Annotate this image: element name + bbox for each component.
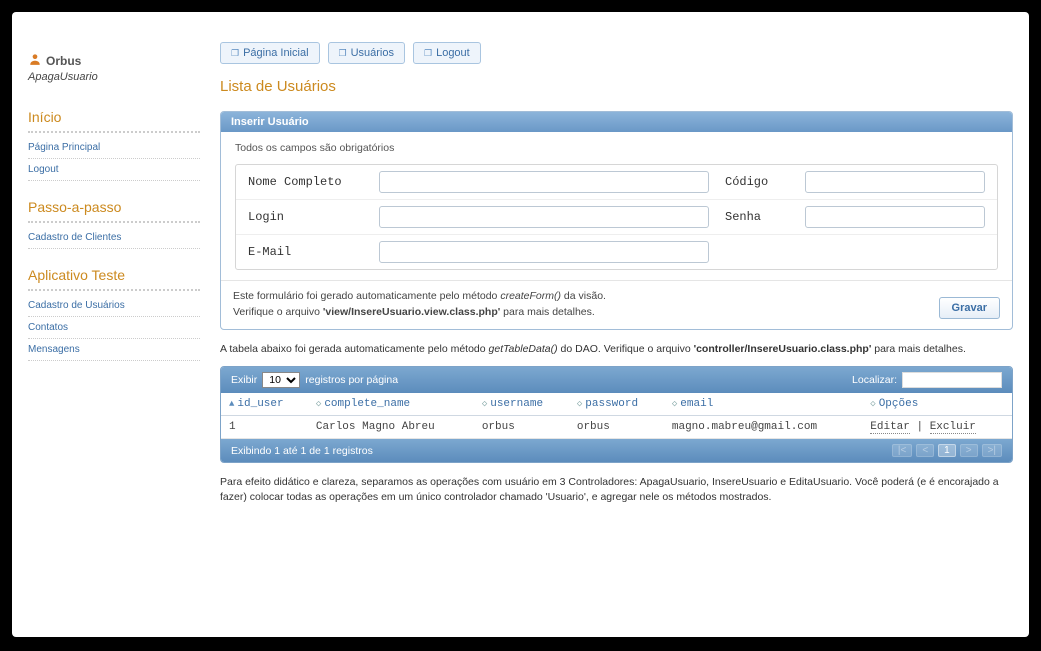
panel-footer-text: Este formulário foi gerado automaticamen… xyxy=(233,289,606,321)
topbar-home-button[interactable]: ❐ Página Inicial xyxy=(220,42,320,64)
main-content: ❐ Página Inicial ❐ Usuários ❐ Logout Lis… xyxy=(220,22,1013,597)
edit-link[interactable]: Editar xyxy=(870,421,910,434)
sort-asc-icon: ▲ xyxy=(229,399,234,409)
nav-link-contatos[interactable]: Contatos xyxy=(28,317,200,339)
cell-id: 1 xyxy=(221,416,308,439)
datatable: Exibir 10 registros por página Localizar… xyxy=(220,366,1013,463)
input-nome-completo[interactable] xyxy=(379,171,709,193)
pager-last[interactable]: >| xyxy=(982,444,1002,457)
input-login[interactable] xyxy=(379,206,709,228)
bottom-paragraph: Para efeito didático e clareza, separamo… xyxy=(220,475,1013,504)
per-page-label: registros por página xyxy=(305,374,398,386)
user-icon xyxy=(28,52,42,69)
nav-link-cadastro-usuarios[interactable]: Cadastro de Usuários xyxy=(28,295,200,317)
cell-username: orbus xyxy=(474,416,569,439)
topbar-label: Logout xyxy=(436,47,470,59)
external-icon: ❐ xyxy=(424,48,432,59)
label-login: Login xyxy=(236,200,371,234)
external-icon: ❐ xyxy=(339,48,347,59)
topbar-label: Página Inicial xyxy=(243,47,308,59)
cell-email: magno.mabreu@gmail.com xyxy=(664,416,862,439)
show-label: Exibir xyxy=(231,374,257,386)
pager: |< < 1 > >| xyxy=(892,444,1002,457)
pager-page[interactable]: 1 xyxy=(938,444,956,457)
search-input[interactable] xyxy=(902,372,1002,388)
brand-subtitle: ApagaUsuario xyxy=(28,71,200,83)
pager-first[interactable]: |< xyxy=(892,444,912,457)
sidebar: Orbus ApagaUsuario Início Página Princip… xyxy=(28,22,200,597)
col-username[interactable]: ◇username xyxy=(474,393,569,416)
table-info: Exibindo 1 até 1 de 1 registros xyxy=(231,445,373,457)
sort-icon: ◇ xyxy=(672,399,677,409)
col-complete-name[interactable]: ◇complete_name xyxy=(308,393,474,416)
sort-icon: ◇ xyxy=(316,399,321,409)
cell-options: Editar | Excluir xyxy=(862,416,1012,439)
col-email[interactable]: ◇email xyxy=(664,393,862,416)
panel-header: Inserir Usuário xyxy=(221,112,1012,132)
brand-name: Orbus xyxy=(46,54,81,68)
pager-next[interactable]: > xyxy=(960,444,978,457)
table-info-paragraph: A tabela abaixo foi gerada automaticamen… xyxy=(220,342,1013,357)
cell-name: Carlos Magno Abreu xyxy=(308,416,474,439)
sort-icon: ◇ xyxy=(482,399,487,409)
sort-icon: ◇ xyxy=(870,399,875,409)
search-label: Localizar: xyxy=(852,374,897,386)
topbar-logout-button[interactable]: ❐ Logout xyxy=(413,42,481,64)
table-header-row: ▲id_user ◇complete_name ◇username ◇passw… xyxy=(221,393,1012,416)
col-id-user[interactable]: ▲id_user xyxy=(221,393,308,416)
nav-section-passo: Passo-a-passo Cadastro de Clientes xyxy=(28,193,200,249)
topbar-usuarios-button[interactable]: ❐ Usuários xyxy=(328,42,405,64)
label-codigo: Código xyxy=(717,165,797,199)
brand: Orbus xyxy=(28,52,200,69)
table-row: 1 Carlos Magno Abreu orbus orbus magno.m… xyxy=(221,416,1012,439)
nav-link-cadastro-clientes[interactable]: Cadastro de Clientes xyxy=(28,227,200,249)
page-title: Lista de Usuários xyxy=(220,78,1013,95)
nav-heading: Aplicativo Teste xyxy=(28,261,200,291)
nav-heading: Início xyxy=(28,103,200,133)
label-nome: Nome Completo xyxy=(236,165,371,199)
input-senha[interactable] xyxy=(805,206,985,228)
topbar: ❐ Página Inicial ❐ Usuários ❐ Logout xyxy=(220,42,1013,64)
label-senha: Senha xyxy=(717,200,797,234)
col-password[interactable]: ◇password xyxy=(569,393,664,416)
pager-prev[interactable]: < xyxy=(916,444,934,457)
col-options: ◇Opções xyxy=(862,393,1012,416)
sort-icon: ◇ xyxy=(577,399,582,409)
nav-link-pagina-principal[interactable]: Página Principal xyxy=(28,137,200,159)
input-email[interactable] xyxy=(379,241,709,263)
nav-heading: Passo-a-passo xyxy=(28,193,200,223)
external-icon: ❐ xyxy=(231,48,239,59)
nav-link-mensagens[interactable]: Mensagens xyxy=(28,339,200,361)
delete-link[interactable]: Excluir xyxy=(930,421,976,434)
label-email: E-Mail xyxy=(236,235,371,269)
cell-password: orbus xyxy=(569,416,664,439)
required-note: Todos os campos são obrigatórios xyxy=(235,142,998,154)
save-button[interactable]: Gravar xyxy=(939,297,1000,319)
per-page-select[interactable]: 10 xyxy=(262,372,300,388)
insert-user-panel: Inserir Usuário Todos os campos são obri… xyxy=(220,111,1013,330)
nav-link-logout[interactable]: Logout xyxy=(28,159,200,181)
nav-section-inicio: Início Página Principal Logout xyxy=(28,103,200,181)
input-codigo[interactable] xyxy=(805,171,985,193)
nav-section-aplicativo: Aplicativo Teste Cadastro de Usuários Co… xyxy=(28,261,200,361)
topbar-label: Usuários xyxy=(351,47,394,59)
